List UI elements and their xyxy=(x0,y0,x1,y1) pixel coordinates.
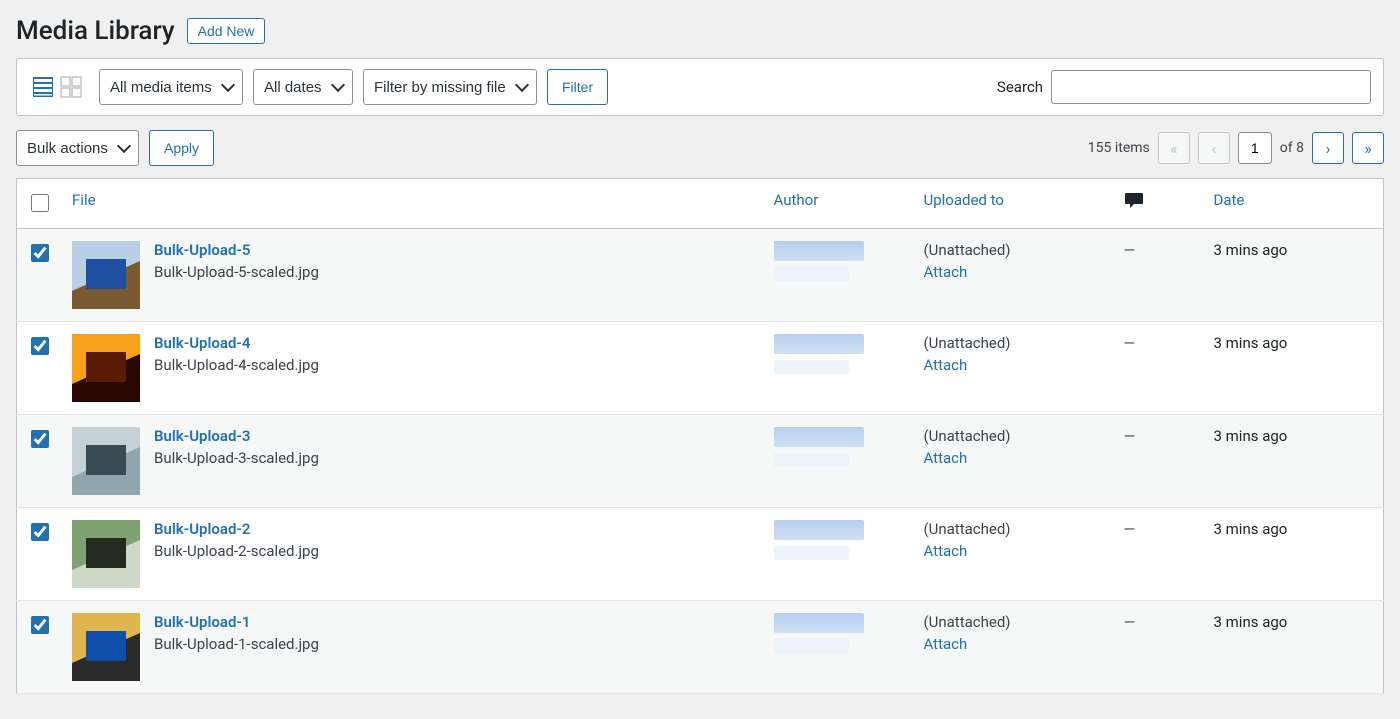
file-name: Bulk-Upload-2-scaled.jpg xyxy=(154,542,319,560)
row-checkbox[interactable] xyxy=(31,244,49,262)
filter-bar: All media items All dates Filter by miss… xyxy=(16,58,1384,116)
author-redacted xyxy=(774,639,849,653)
uploaded-to-value: (Unattached) xyxy=(924,520,1104,538)
row-checkbox[interactable] xyxy=(31,616,49,634)
select-all-checkbox[interactable] xyxy=(31,194,49,212)
media-thumbnail[interactable] xyxy=(72,427,140,495)
comment-icon xyxy=(1124,191,1144,209)
page-title: Media Library xyxy=(16,16,175,46)
media-thumbnail[interactable] xyxy=(72,334,140,402)
author-redacted xyxy=(774,427,864,447)
last-page-button[interactable]: » xyxy=(1352,132,1384,164)
media-thumbnail[interactable] xyxy=(72,520,140,588)
author-redacted xyxy=(774,546,849,560)
table-row: Bulk-Upload-2 Bulk-Upload-2-scaled.jpg (Un… xyxy=(17,508,1384,601)
author-redacted xyxy=(774,241,864,261)
file-name: Bulk-Upload-3-scaled.jpg xyxy=(154,449,319,467)
author-redacted xyxy=(774,453,849,467)
file-title-link[interactable]: Bulk-Upload-4 xyxy=(154,334,319,352)
date-value: 3 mins ago xyxy=(1204,415,1384,508)
date-value: 3 mins ago xyxy=(1204,508,1384,601)
column-uploaded-to[interactable]: Uploaded to xyxy=(914,179,1114,229)
table-row: Bulk-Upload-1 Bulk-Upload-1-scaled.jpg (Un… xyxy=(17,601,1384,694)
row-checkbox[interactable] xyxy=(31,337,49,355)
media-type-select[interactable]: All media items xyxy=(99,69,243,105)
list-view-button[interactable] xyxy=(29,73,57,101)
media-table: File Author Uploaded to Date Bulk-Upload… xyxy=(16,178,1384,694)
dates-select[interactable]: All dates xyxy=(253,69,353,105)
file-name: Bulk-Upload-4-scaled.jpg xyxy=(154,356,319,374)
author-redacted xyxy=(774,520,864,540)
comments-count: — xyxy=(1124,334,1136,352)
media-thumbnail[interactable] xyxy=(72,613,140,681)
next-page-button[interactable]: › xyxy=(1312,132,1344,164)
table-row: Bulk-Upload-4 Bulk-Upload-4-scaled.jpg (Un… xyxy=(17,322,1384,415)
uploaded-to-value: (Unattached) xyxy=(924,334,1104,352)
comments-count: — xyxy=(1124,241,1136,259)
add-new-button[interactable]: Add New xyxy=(187,18,266,44)
first-page-button[interactable]: « xyxy=(1158,132,1190,164)
file-title-link[interactable]: Bulk-Upload-2 xyxy=(154,520,319,538)
attach-link[interactable]: Attach xyxy=(924,263,968,281)
author-redacted xyxy=(774,613,864,633)
column-comments[interactable] xyxy=(1114,179,1204,229)
prev-page-button[interactable]: ‹ xyxy=(1198,132,1230,164)
author-redacted xyxy=(774,360,849,374)
table-row: Bulk-Upload-5 Bulk-Upload-5-scaled.jpg (Un… xyxy=(17,229,1384,322)
apply-button[interactable]: Apply xyxy=(149,130,214,166)
column-author[interactable]: Author xyxy=(764,179,914,229)
file-title-link[interactable]: Bulk-Upload-3 xyxy=(154,427,319,445)
filter-button[interactable]: Filter xyxy=(547,69,608,105)
page-total: of 8 xyxy=(1280,140,1304,156)
row-checkbox[interactable] xyxy=(31,523,49,541)
search-input[interactable] xyxy=(1051,70,1371,104)
attach-link[interactable]: Attach xyxy=(924,449,968,467)
author-redacted xyxy=(774,334,864,354)
date-value: 3 mins ago xyxy=(1204,229,1384,322)
comments-count: — xyxy=(1124,520,1136,538)
date-value: 3 mins ago xyxy=(1204,322,1384,415)
media-thumbnail[interactable] xyxy=(72,241,140,309)
column-file[interactable]: File xyxy=(62,179,764,229)
items-count: 155 items xyxy=(1088,140,1150,156)
grid-view-button[interactable] xyxy=(57,73,85,101)
list-view-icon xyxy=(32,76,54,98)
uploaded-to-value: (Unattached) xyxy=(924,241,1104,259)
row-checkbox[interactable] xyxy=(31,430,49,448)
attach-link[interactable]: Attach xyxy=(924,542,968,560)
search-label: Search xyxy=(997,78,1043,96)
column-date[interactable]: Date xyxy=(1204,179,1384,229)
comments-count: — xyxy=(1124,613,1136,631)
file-title-link[interactable]: Bulk-Upload-5 xyxy=(154,241,319,259)
uploaded-to-value: (Unattached) xyxy=(924,613,1104,631)
attach-link[interactable]: Attach xyxy=(924,635,968,653)
file-name: Bulk-Upload-1-scaled.jpg xyxy=(154,635,319,653)
uploaded-to-value: (Unattached) xyxy=(924,427,1104,445)
author-redacted xyxy=(774,267,849,281)
attach-link[interactable]: Attach xyxy=(924,356,968,374)
grid-view-icon xyxy=(60,76,82,98)
file-name: Bulk-Upload-5-scaled.jpg xyxy=(154,263,319,281)
bulk-actions-select[interactable]: Bulk actions xyxy=(16,130,139,166)
file-title-link[interactable]: Bulk-Upload-1 xyxy=(154,613,319,631)
current-page-input[interactable] xyxy=(1238,132,1272,164)
missing-file-select[interactable]: Filter by missing file xyxy=(363,69,537,105)
table-row: Bulk-Upload-3 Bulk-Upload-3-scaled.jpg (Un… xyxy=(17,415,1384,508)
date-value: 3 mins ago xyxy=(1204,601,1384,694)
comments-count: — xyxy=(1124,427,1136,445)
